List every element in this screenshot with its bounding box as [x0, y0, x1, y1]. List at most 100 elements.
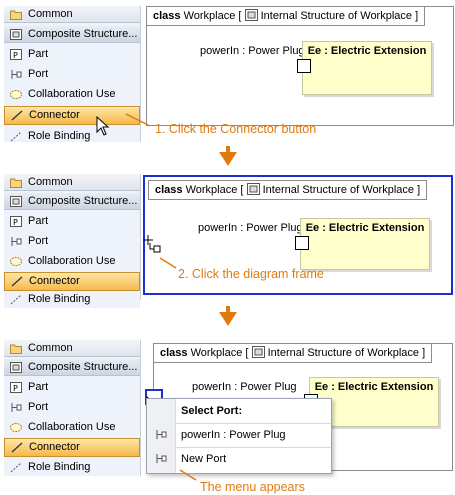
- diagram-keyword: class: [153, 10, 181, 22]
- port-icon: [156, 454, 167, 463]
- palette-item-collaboration-use[interactable]: Collaboration Use: [4, 419, 140, 436]
- callout-line: [125, 113, 151, 127]
- palette: Common Composite Structure... P Part Por…: [4, 6, 141, 142]
- palette-item-part[interactable]: P Part: [4, 379, 140, 396]
- diagram-frame-header: class Workplace [ Internal Structure of …: [147, 7, 426, 26]
- connector-cursor-icon: [143, 235, 161, 253]
- palette-item-connector[interactable]: Connector: [4, 438, 140, 457]
- collaboration-use-icon: [10, 423, 22, 432]
- port[interactable]: [295, 236, 309, 250]
- palette-item-role-binding[interactable]: Role Binding: [4, 459, 140, 476]
- step-arrow-2: [219, 312, 237, 326]
- palette-item-collaboration-use[interactable]: Collaboration Use: [4, 253, 140, 270]
- palette-item-label: Role Binding: [28, 461, 91, 473]
- palette-item-label: Composite Structure...: [28, 361, 138, 373]
- property-label: powerIn : Power Plug: [200, 45, 305, 57]
- palette-item-collaboration-use[interactable]: Collaboration Use: [4, 86, 140, 103]
- diagram-subtitle: Internal Structure of Workplace ]: [262, 184, 421, 196]
- popup-item-label: powerIn : Power Plug: [181, 429, 286, 441]
- port-icon: [11, 237, 22, 246]
- composite-structure-icon: [10, 29, 22, 40]
- palette-item-label: Part: [28, 48, 49, 60]
- svg-text:P: P: [13, 51, 18, 60]
- step-3-caption: The menu appears: [200, 480, 305, 494]
- popup-item-label: New Port: [181, 453, 227, 465]
- step-1-caption: 1. Click the Connector button: [155, 122, 317, 136]
- diagram-keyword: class: [155, 184, 183, 196]
- composite-structure-icon: [10, 362, 22, 373]
- step-arrow-1: [219, 152, 237, 166]
- folder-icon: [10, 10, 22, 20]
- port-icon: [11, 403, 22, 412]
- popup-title-text: Select Port:: [181, 405, 243, 417]
- folder-icon: [10, 178, 22, 188]
- step-1-panel: Common Composite Structure... P Part Por…: [0, 0, 455, 142]
- step-2-panel: Common Composite Structure... P Part Por…: [0, 172, 455, 308]
- palette-item-label: Collaboration Use: [28, 421, 116, 433]
- callout-line: [159, 257, 177, 269]
- popup-item-powerin[interactable]: powerIn : Power Plug: [147, 424, 331, 446]
- role-binding-icon: [10, 462, 22, 473]
- palette-group-composite-structure[interactable]: Composite Structure...: [4, 359, 140, 376]
- part-icon: P: [10, 382, 22, 393]
- palette-item-label: Collaboration Use: [28, 88, 116, 100]
- svg-text:P: P: [13, 384, 18, 393]
- palette-group-common[interactable]: Common: [4, 6, 140, 23]
- diagram-name: Workplace [: [183, 10, 242, 22]
- folder-icon: [10, 344, 22, 354]
- palette-group-composite-structure[interactable]: Composite Structure...: [4, 193, 140, 210]
- internal-structure-icon: [246, 183, 260, 195]
- popup-item-new-port[interactable]: New Port: [147, 448, 331, 470]
- internal-structure-icon: [244, 9, 258, 21]
- palette-item-label: Connector: [29, 441, 80, 453]
- palette-item-label: Role Binding: [28, 293, 91, 305]
- palette-item-label: Port: [28, 401, 49, 413]
- connector-icon: [11, 276, 23, 287]
- palette-item-part[interactable]: P Part: [4, 46, 140, 63]
- role-binding-icon: [10, 294, 22, 305]
- palette-item-port[interactable]: Port: [4, 66, 140, 83]
- palette-item-label: Composite Structure...: [28, 28, 138, 40]
- select-port-popup: Select Port: powerIn : Power Plug New Po…: [146, 398, 332, 474]
- palette-item-label: Port: [28, 68, 49, 80]
- property-label: powerIn : Power Plug: [192, 381, 297, 393]
- collaboration-use-icon: [10, 90, 22, 99]
- palette-group-common[interactable]: Common: [4, 340, 140, 357]
- diagram-canvas[interactable]: class Workplace [ Internal Structure of …: [141, 0, 455, 128]
- diagram-name: Workplace [: [185, 184, 244, 196]
- port-icon: [11, 70, 22, 79]
- palette-item-role-binding[interactable]: Role Binding: [4, 128, 140, 145]
- palette-item-label: Collaboration Use: [28, 255, 116, 267]
- palette-item-connector[interactable]: Connector: [4, 106, 140, 125]
- diagram-frame-header: class Workplace [ Internal Structure of …: [148, 180, 428, 200]
- palette-item-port[interactable]: Port: [4, 399, 140, 416]
- part-icon: P: [10, 49, 22, 60]
- part-label: Ee : Electric Extension: [305, 222, 425, 234]
- palette-group-common[interactable]: Common: [4, 174, 140, 191]
- palette-item-label: Port: [28, 235, 49, 247]
- palette-item-label: Part: [28, 381, 49, 393]
- diagram-keyword: class: [160, 347, 188, 359]
- palette-item-part[interactable]: P Part: [4, 213, 140, 230]
- part-label: Ee : Electric Extension: [314, 381, 434, 393]
- port[interactable]: [297, 59, 311, 73]
- collaboration-use-icon: [10, 257, 22, 266]
- palette-item-label: Common: [28, 8, 73, 20]
- part-electric-extension[interactable]: Ee : Electric Extension: [300, 218, 430, 270]
- popup-title: Select Port:: [147, 400, 331, 422]
- diagram-frame-header: class Workplace [ Internal Structure of …: [154, 344, 433, 363]
- palette-item-role-binding[interactable]: Role Binding: [4, 291, 140, 308]
- palette-group-composite-structure[interactable]: Composite Structure...: [4, 26, 140, 43]
- palette-item-label: Connector: [29, 109, 80, 121]
- port-icon: [156, 430, 167, 439]
- internal-structure-icon: [251, 346, 265, 358]
- step-3-panel: Common Composite Structure... P Part Por…: [0, 336, 455, 495]
- role-binding-icon: [10, 131, 22, 142]
- palette-item-connector[interactable]: Connector: [4, 272, 140, 291]
- connector-icon: [11, 110, 23, 121]
- part-electric-extension[interactable]: Ee : Electric Extension: [302, 41, 432, 95]
- palette: Common Composite Structure... P Part Por…: [4, 174, 141, 300]
- palette-item-port[interactable]: Port: [4, 233, 140, 250]
- diagram-frame[interactable]: class Workplace [ Internal Structure of …: [146, 6, 454, 126]
- part-label: Ee : Electric Extension: [307, 45, 427, 57]
